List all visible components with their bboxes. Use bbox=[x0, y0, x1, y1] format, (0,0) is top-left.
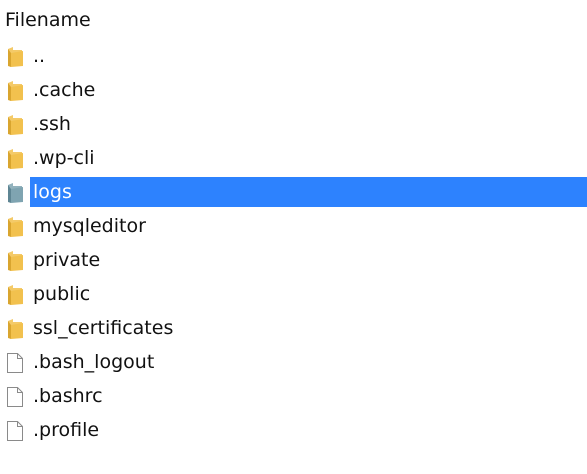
folder-row[interactable]: mysqleditor bbox=[0, 209, 587, 243]
filename-label: .bashrc bbox=[33, 385, 103, 407]
filename-label: ssl_certificates bbox=[33, 317, 174, 339]
file-icon bbox=[7, 421, 23, 441]
filename-label: .wp-cli bbox=[33, 147, 95, 169]
filename-label: mysqleditor bbox=[33, 215, 146, 237]
selection-highlight bbox=[30, 177, 587, 207]
file-row[interactable]: .bashrc bbox=[0, 379, 587, 413]
filename-label: .profile bbox=[33, 419, 100, 441]
file-icon bbox=[7, 387, 23, 407]
folder-row[interactable]: public bbox=[0, 277, 587, 311]
folder-row[interactable]: .ssh bbox=[0, 107, 587, 141]
file-row[interactable]: .profile bbox=[0, 413, 587, 447]
folder-icon bbox=[8, 251, 23, 271]
filename-column-header[interactable]: Filename bbox=[5, 8, 91, 32]
folder-icon bbox=[8, 47, 23, 67]
folder-icon bbox=[8, 81, 23, 101]
filename-label: .cache bbox=[33, 79, 96, 101]
file-icon bbox=[7, 353, 23, 373]
filename-label: logs bbox=[33, 181, 72, 203]
file-row[interactable]: .bash_logout bbox=[0, 345, 587, 379]
folder-row[interactable]: private bbox=[0, 243, 587, 277]
folder-icon bbox=[8, 115, 23, 135]
folder-icon bbox=[8, 285, 23, 305]
filename-label: .bash_logout bbox=[33, 351, 155, 373]
remote-file-pane: Filename .. .cache .ssh .wp-cli logs mysqledi… bbox=[0, 0, 587, 474]
filename-label: private bbox=[33, 249, 101, 271]
folder-icon bbox=[8, 217, 23, 237]
folder-row[interactable]: .. bbox=[0, 39, 587, 73]
folder-row[interactable]: .wp-cli bbox=[0, 141, 587, 175]
filename-label: .. bbox=[33, 45, 46, 67]
folder-icon bbox=[8, 149, 23, 169]
folder-row[interactable]: ssl_certificates bbox=[0, 311, 587, 345]
filename-label: .ssh bbox=[33, 113, 71, 135]
folder-icon bbox=[8, 319, 23, 339]
folder-row[interactable]: logs bbox=[0, 175, 587, 209]
file-list: .. .cache .ssh .wp-cli logs mysqleditor privat… bbox=[0, 39, 587, 447]
folder-icon bbox=[8, 183, 23, 203]
folder-row[interactable]: .cache bbox=[0, 73, 587, 107]
filename-label: public bbox=[33, 283, 91, 305]
